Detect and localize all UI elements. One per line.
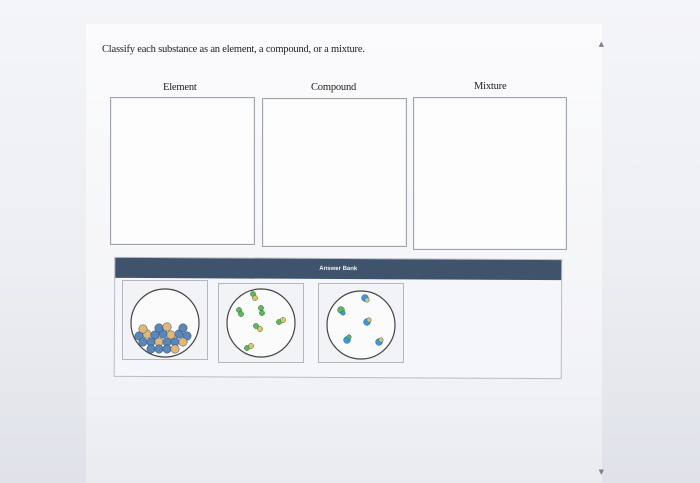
mixed-particles-icon — [326, 290, 396, 360]
answer-bank-header: Answer Bank — [115, 257, 562, 281]
diatomic-molecules-icon — [226, 288, 296, 358]
compound-drop-zone[interactable] — [262, 98, 407, 247]
element-particles-item[interactable] — [122, 280, 208, 360]
packed-atoms-icon — [130, 288, 200, 358]
scroll-down-icon[interactable]: ▼ — [599, 468, 604, 476]
scroll-up-icon[interactable]: ▲ — [599, 40, 604, 48]
element-drop-zone[interactable] — [110, 97, 255, 245]
question-prompt: Classify each substance as an element, a… — [102, 44, 365, 55]
mixture-particles-item[interactable] — [318, 283, 404, 363]
compound-molecules-item[interactable] — [218, 283, 304, 363]
category-label-mixture: Mixture — [474, 81, 507, 92]
category-label-compound: Compound — [311, 82, 357, 93]
category-label-element: Element — [163, 82, 197, 93]
mixture-drop-zone[interactable] — [413, 97, 567, 250]
